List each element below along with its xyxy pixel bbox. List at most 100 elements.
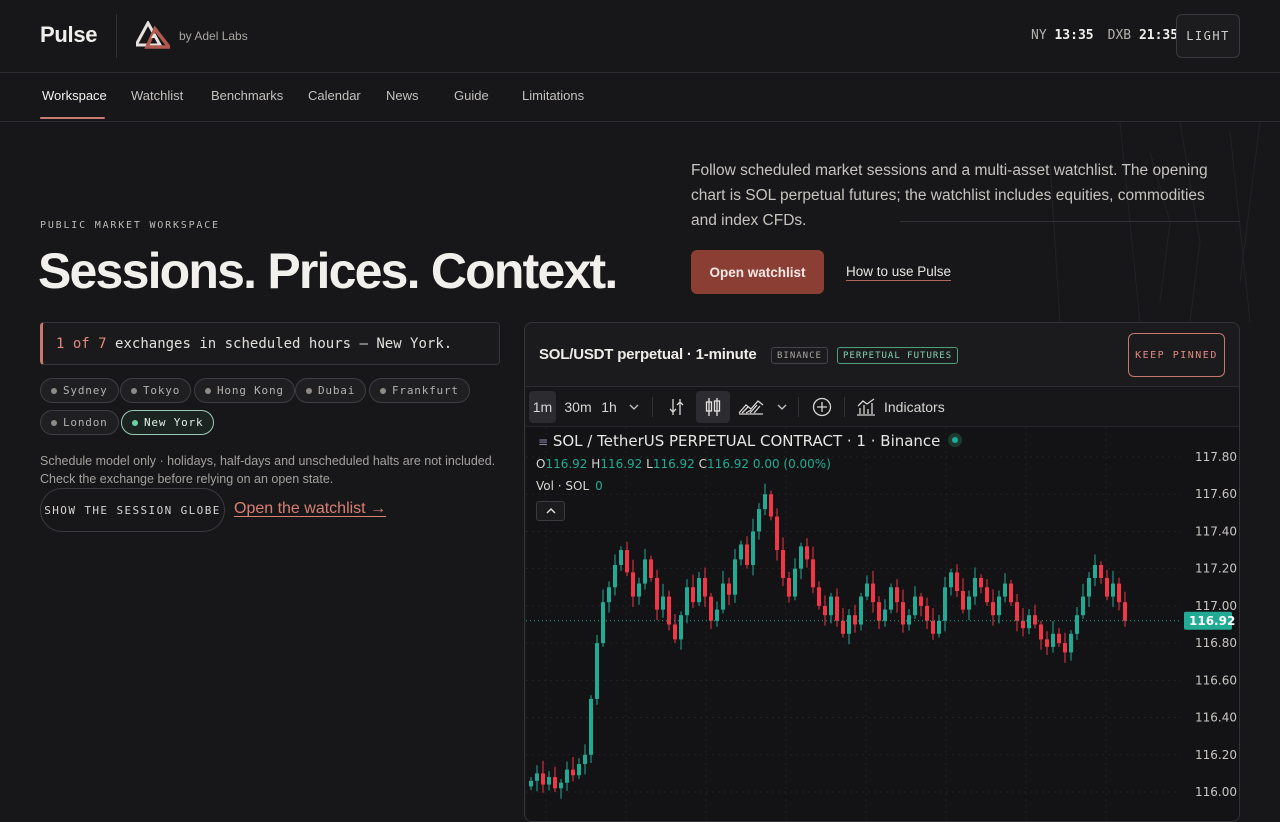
candle-body: [895, 587, 899, 603]
candle-body: [1117, 583, 1121, 603]
candle-body: [715, 609, 719, 621]
candle-body: [919, 596, 923, 606]
candle-body: [1021, 620, 1025, 629]
status-dot-icon: [132, 419, 138, 426]
status-dot-icon: [51, 387, 57, 394]
symbol-legend: ≡ SOL / TetherUS PERPETUAL CONTRACT · 1 …: [538, 432, 963, 450]
theme-toggle-button[interactable]: LIGHT: [1176, 14, 1240, 58]
exchange-tag: BINANCE: [771, 347, 828, 364]
interval-30m-button[interactable]: 30m: [561, 391, 595, 423]
candle-body: [1045, 639, 1049, 647]
chip-london[interactable]: London: [40, 410, 119, 435]
interval-1h-button[interactable]: 1h: [598, 391, 620, 423]
open-watchlist-button[interactable]: Open watchlist: [691, 250, 824, 294]
symbol-menu-icon[interactable]: ≡: [538, 435, 548, 449]
candle-body: [1003, 583, 1007, 597]
status-dot-icon: [306, 387, 312, 394]
candle-body: [559, 782, 563, 789]
candle-body: [1081, 596, 1085, 616]
candle-body: [649, 559, 653, 578]
candle-body: [955, 572, 959, 591]
candle-body: [1051, 633, 1055, 647]
candle-body: [793, 568, 797, 597]
nav-item-guide[interactable]: Guide: [454, 88, 489, 103]
nav-item-watchlist[interactable]: Watchlist: [131, 88, 183, 103]
chevron-down-icon[interactable]: [772, 391, 792, 423]
byline: by Adel Labs: [179, 29, 248, 43]
nav-item-benchmarks[interactable]: Benchmarks: [211, 88, 283, 103]
candlestick-plot[interactable]: 117.80 117.60 117.40 117.20 117.00 116.80 116.…: [526, 427, 1239, 822]
bar-replay-icon[interactable]: [664, 391, 690, 423]
candle-body: [931, 620, 935, 634]
nav-active-indicator: [40, 117, 105, 119]
candle-body: [1015, 602, 1019, 621]
status-dot-icon: [51, 419, 57, 426]
toolbar-divider: [844, 397, 845, 417]
page-headline: Sessions. Prices. Context.: [38, 243, 618, 299]
volume-legend: Vol · SOL 0: [536, 479, 603, 493]
y-tick-label: 117.80: [1195, 450, 1237, 464]
chip-frankfurt[interactable]: Frankfurt: [369, 378, 470, 403]
candle-body: [769, 494, 773, 517]
interval-1m-button[interactable]: 1m: [529, 391, 556, 423]
open-watchlist-link[interactable]: Open the watchlist →: [234, 500, 386, 518]
chip-sydney[interactable]: Sydney: [40, 378, 119, 403]
candle-body: [1123, 602, 1127, 621]
candle-body: [853, 615, 857, 625]
candle-body: [985, 587, 989, 603]
toolbar-divider: [798, 397, 799, 417]
candle-body: [817, 587, 821, 606]
candle-body: [613, 564, 617, 588]
candle-body: [553, 777, 557, 789]
chevron-down-icon[interactable]: [624, 391, 644, 423]
chip-dubai[interactable]: Dubai: [295, 378, 367, 403]
candle-body: [1093, 564, 1097, 578]
candle-body: [997, 596, 1001, 616]
chart-title: SOL/USDT perpetual · 1-minute: [539, 346, 757, 363]
last-price-label: 116.92: [1189, 614, 1235, 628]
y-tick-label: 116.40: [1195, 711, 1237, 725]
status-dot-icon: [205, 387, 211, 394]
how-to-use-link[interactable]: How to use Pulse: [846, 264, 952, 281]
candle-body: [703, 577, 707, 597]
candle-body: [673, 624, 677, 640]
candle-body: [589, 698, 593, 755]
top-bar: Pulse by Adel Labs NY 13:35 DXB 21:35 LI…: [0, 0, 1280, 73]
brand-name[interactable]: Pulse: [40, 22, 98, 48]
candle-body: [1063, 643, 1067, 653]
candle-body: [991, 602, 995, 616]
y-tick-label: 117.60: [1195, 487, 1237, 501]
nav-item-workspace[interactable]: Workspace: [42, 88, 107, 103]
keep-pinned-button[interactable]: KEEP PINNED: [1128, 333, 1225, 377]
compare-add-icon[interactable]: [808, 391, 836, 423]
candle-body: [907, 615, 911, 625]
candle-body: [925, 605, 929, 621]
clock-dxb: DXB 21:35: [1107, 28, 1179, 43]
candle-body: [631, 572, 635, 597]
collapse-legend-button[interactable]: [536, 501, 565, 521]
y-tick-label: 117.20: [1195, 562, 1237, 576]
chip-new-york[interactable]: New York: [121, 410, 215, 435]
toolbar-divider: [652, 397, 653, 417]
indicators-button[interactable]: Indicators: [856, 391, 954, 423]
area-chart-icon[interactable]: [736, 391, 766, 423]
candle-body: [1105, 577, 1109, 597]
candle-body: [781, 550, 785, 578]
candle-body: [601, 602, 605, 644]
candle-body: [1009, 583, 1013, 603]
candle-body: [595, 643, 599, 699]
candle-body: [877, 602, 881, 621]
chip-hong-kong[interactable]: Hong Kong: [194, 378, 295, 403]
chip-tokyo[interactable]: Tokyo: [120, 378, 192, 403]
chart-toolbar: 1m 30m 1h Indicators: [526, 387, 1239, 427]
nav-item-calendar[interactable]: Calendar: [308, 88, 361, 103]
nav-item-news[interactable]: News: [386, 88, 419, 103]
candle-body: [979, 577, 983, 588]
eyebrow-label: PUBLIC MARKET WORKSPACE: [40, 220, 220, 231]
session-globe-button[interactable]: SHOW THE SESSION GLOBE: [40, 488, 225, 532]
candle-body: [751, 531, 755, 565]
nav-item-limitations[interactable]: Limitations: [522, 88, 584, 103]
candle-body: [1027, 615, 1031, 629]
candlestick-chart-icon[interactable]: [696, 391, 730, 423]
candle-body: [727, 583, 731, 595]
